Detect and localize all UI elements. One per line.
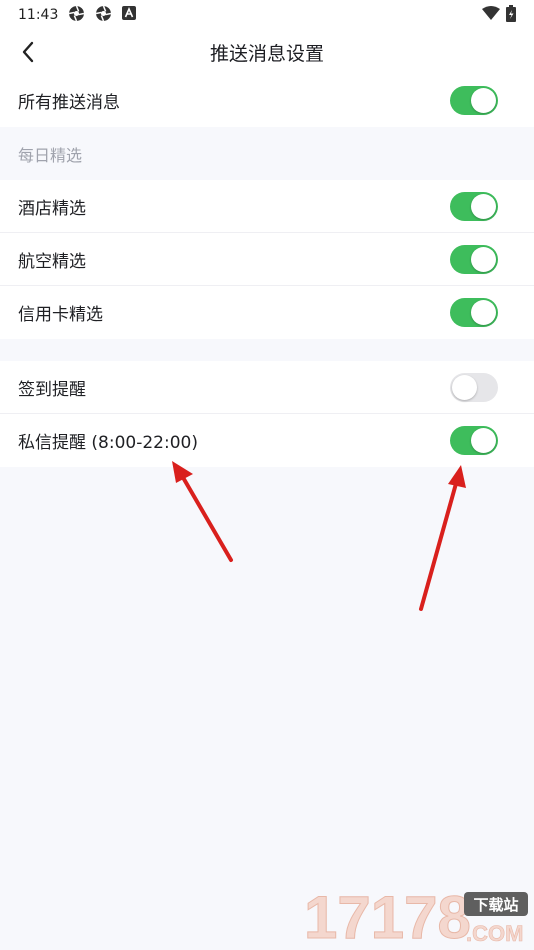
setting-label: 航空精选 (18, 251, 86, 272)
setting-row-flight: 航空精选 (0, 233, 534, 286)
back-button[interactable] (12, 36, 44, 68)
group-header-daily: 每日精选 (0, 127, 534, 180)
setting-label: 所有推送消息 (18, 93, 120, 113)
page-title: 推送消息设置 (209, 42, 324, 65)
watermark-badge: 下载站 (473, 896, 518, 914)
toggle-knob (452, 374, 477, 400)
setting-row-message: 私信提醒 (8:00-22:00) (0, 414, 534, 467)
app-a-icon (122, 6, 137, 24)
watermark-logo-icon: 17178 下载站 .COM (304, 884, 528, 950)
status-right (482, 4, 516, 26)
setting-row-hotel: 酒店精选 (0, 180, 534, 233)
status-left: 11:43 (18, 5, 137, 26)
message-toggle[interactable] (450, 426, 498, 455)
section-daily: 酒店精选 航空精选 信用卡精选 (0, 180, 534, 339)
hotel-toggle[interactable] (450, 191, 498, 221)
credit-card-toggle[interactable] (450, 298, 498, 327)
toggle-knob (471, 193, 496, 219)
setting-label: 信用卡精选 (18, 305, 103, 325)
app-bar: 推送消息设置 (0, 30, 534, 74)
toggle-knob (471, 88, 496, 113)
watermark-brand: 17178 (304, 886, 471, 946)
section-all-push: 所有推送消息 (0, 74, 534, 127)
setting-label: 酒店精选 (18, 198, 86, 219)
toggle-knob (471, 428, 496, 453)
chevron-left-icon (22, 41, 34, 63)
setting-label: 私信提醒 (8:00-22:00) (18, 433, 198, 453)
all-push-toggle[interactable] (450, 86, 498, 115)
arrow-to-message-toggle (419, 465, 466, 611)
status-bar: 11:43 (0, 0, 534, 30)
flight-toggle[interactable] (450, 244, 498, 274)
setting-row-all-push: 所有推送消息 (0, 74, 534, 127)
section-spacer (0, 339, 534, 361)
setting-label: 签到提醒 (18, 379, 86, 400)
arrow-to-message-label (172, 461, 233, 562)
setting-row-checkin: 签到提醒 (0, 361, 534, 414)
aperture-icon (68, 5, 85, 26)
toggle-knob (471, 300, 496, 325)
section-reminders: 签到提醒 私信提醒 (8:00-22:00) (0, 361, 534, 467)
battery-icon (506, 4, 516, 26)
watermark-suffix: .COM (466, 921, 523, 946)
toggle-knob (471, 246, 496, 272)
aperture-icon (95, 5, 112, 26)
status-time: 11:43 (18, 7, 59, 23)
setting-row-credit-card: 信用卡精选 (0, 286, 534, 339)
wifi-icon (482, 6, 500, 24)
checkin-toggle[interactable] (450, 372, 498, 402)
watermark: 17178 下载站 .COM (304, 884, 530, 950)
